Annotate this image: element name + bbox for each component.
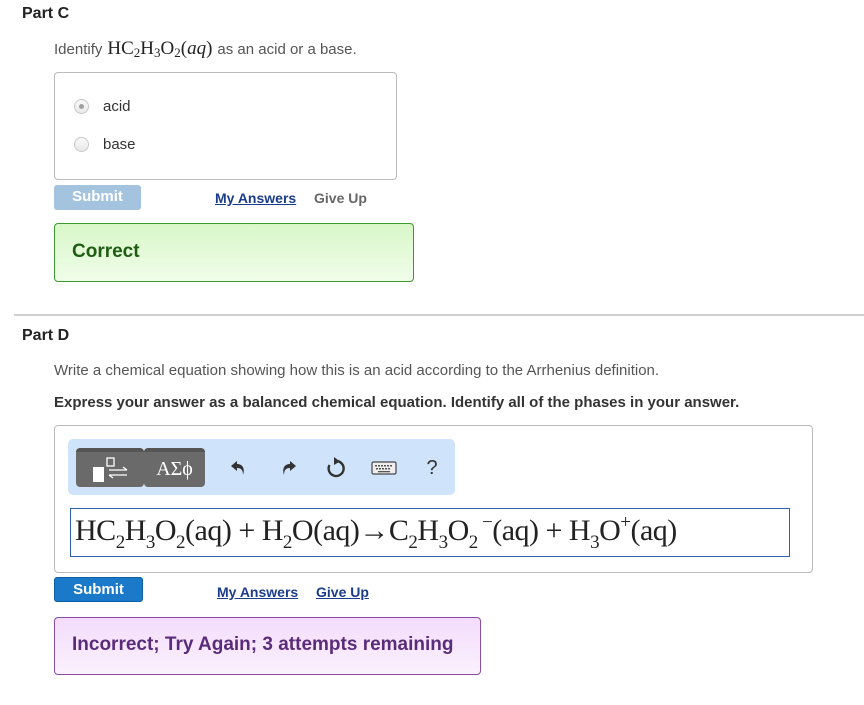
prompt-lead-text: Identify — [54, 41, 103, 58]
equation-token: − — [477, 512, 493, 533]
part-d-instruction: Express your answer as a balanced chemic… — [54, 394, 740, 411]
equation-token: H — [417, 514, 439, 547]
greek-symbols-button[interactable]: ΑΣϕ — [144, 448, 205, 487]
part-c-my-answers-link[interactable]: My Answers — [215, 190, 296, 206]
part-c-give-up-link: Give Up — [314, 190, 367, 206]
keyboard-icon — [371, 461, 397, 475]
equation-token: O(aq)→C — [291, 514, 409, 547]
part-c-prompt: Identify HC2H3O2(aq) as an acid or a bas… — [54, 38, 357, 61]
equation-token: O — [154, 514, 177, 547]
choice-group — [54, 72, 397, 180]
equation-token: 3 — [590, 532, 600, 553]
undo-button[interactable] — [226, 455, 252, 481]
radio-acid[interactable] — [74, 99, 89, 114]
equation-token: (aq) + H — [185, 514, 283, 547]
equation-token: 2 — [282, 532, 293, 553]
help-button[interactable]: ? — [419, 455, 445, 481]
feedback-incorrect: Incorrect; Try Again; 3 attempts remaini… — [54, 617, 481, 675]
equation-token: (aq) + H — [492, 514, 591, 547]
part-d-title: Part D — [22, 327, 70, 344]
choice-acid[interactable]: acid — [74, 98, 131, 115]
undo-icon — [231, 461, 244, 475]
templates-button[interactable] — [76, 448, 144, 487]
redo-button[interactable] — [275, 455, 301, 481]
equation-token: 3 — [145, 532, 156, 553]
equation-token: 2 — [176, 532, 186, 553]
part-d-submit-button[interactable]: Submit — [54, 577, 143, 602]
equation-token: 2 — [115, 532, 126, 553]
part-c-submit-button[interactable]: Submit — [54, 185, 141, 210]
equation-token: 3 — [438, 532, 449, 553]
part-d-give-up-link[interactable]: Give Up — [316, 584, 369, 600]
editor-toolbar: ΑΣϕ ? — [68, 439, 455, 495]
equation-token: O — [447, 514, 470, 547]
equation-token: H — [124, 514, 147, 547]
part-d-my-answers-link[interactable]: My Answers — [217, 584, 298, 600]
reset-icon — [327, 457, 345, 478]
equation-token: (aq) — [630, 514, 678, 547]
formula-acetic-acid: HC2H3O2(aq) — [107, 38, 213, 60]
equation-token: HC — [75, 514, 116, 547]
redo-icon — [283, 461, 296, 475]
feedback-correct: Correct — [54, 223, 414, 282]
part-c-title: Part C — [22, 5, 70, 22]
equation-token: O — [599, 514, 621, 547]
radio-base[interactable] — [74, 137, 89, 152]
reset-button[interactable] — [323, 455, 349, 481]
equation-token: + — [620, 512, 631, 533]
section-divider — [14, 314, 864, 316]
template-arrows-icon — [93, 456, 128, 482]
choice-base[interactable]: base — [74, 136, 136, 153]
part-d-prompt: Write a chemical equation showing how th… — [54, 362, 660, 379]
keyboard-button[interactable] — [371, 455, 397, 481]
choice-base-label: base — [103, 136, 136, 153]
equation-token: 2 — [468, 532, 479, 553]
prompt-tail-text: as an acid or a base. — [217, 41, 357, 58]
answer-input[interactable]: HC2H3O2(aq) + H2O(aq)→C2H3O2 −(aq) + H3O… — [70, 508, 790, 557]
choice-acid-label: acid — [103, 98, 131, 115]
